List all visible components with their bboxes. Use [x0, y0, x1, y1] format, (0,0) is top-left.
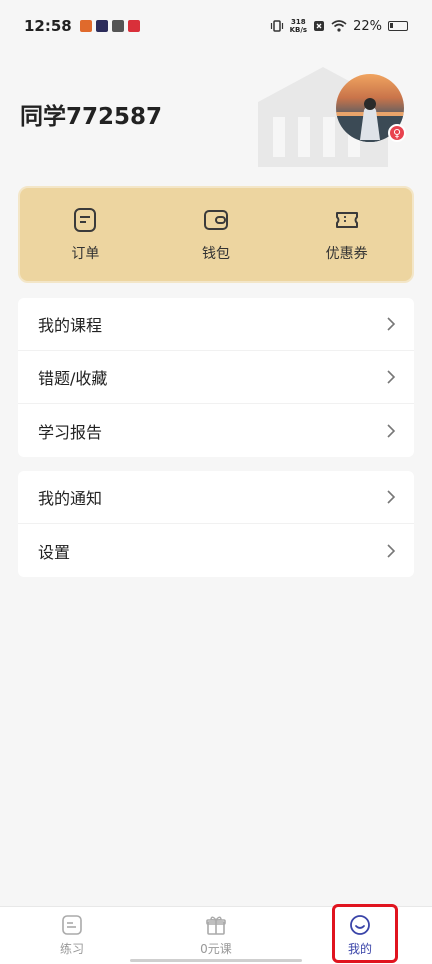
- status-bar: 12:58 318 KB/s 22%: [0, 0, 432, 52]
- username: 同学772587: [20, 104, 163, 130]
- menu-item-label: 设置: [38, 542, 71, 562]
- menu-item-label: 学习报告: [38, 422, 103, 442]
- order-icon: [74, 207, 97, 232]
- status-time: 12:58: [24, 17, 72, 35]
- notification-icons: [79, 20, 140, 32]
- net-speed-value: 318: [291, 18, 306, 26]
- coupon-label: 优惠券: [325, 245, 368, 262]
- battery-icon: [388, 21, 408, 31]
- coupon-icon: [335, 211, 358, 228]
- status-right: 318 KB/s 22%: [270, 18, 408, 34]
- app-notification-icon: [79, 20, 92, 32]
- gift-icon: [206, 916, 226, 935]
- battery-percent: 22%: [353, 18, 382, 34]
- menu-item-mistakes-favorites[interactable]: 错题/收藏: [18, 351, 414, 404]
- tab-free-course[interactable]: 0元课: [144, 907, 288, 964]
- net-speed-unit: KB/s: [289, 26, 308, 34]
- wifi-icon: [331, 20, 347, 32]
- chevron-right-icon: [387, 490, 396, 504]
- chevron-right-icon: [387, 370, 396, 384]
- link-app-icon: [111, 20, 124, 32]
- highlight-frame: [332, 904, 398, 963]
- menu-item-settings[interactable]: 设置: [18, 524, 414, 577]
- chevron-right-icon: [387, 317, 396, 331]
- menu-group-learning: 我的课程 错题/收藏 学习报告: [18, 298, 414, 457]
- shopping-app-icon: [127, 20, 140, 32]
- menu-group-settings: 我的通知 设置: [18, 471, 414, 577]
- tab-practice[interactable]: 练习: [0, 907, 144, 964]
- order-label: 订单: [71, 245, 100, 262]
- wallet-button[interactable]: 钱包: [161, 207, 271, 263]
- vibrate-icon: [270, 20, 283, 32]
- menu-item-notifications[interactable]: 我的通知: [18, 471, 414, 524]
- home-indicator[interactable]: [130, 959, 302, 962]
- chevron-right-icon: [387, 423, 396, 438]
- no-sim-icon: [314, 21, 325, 31]
- coupon-button[interactable]: 优惠券: [292, 207, 402, 263]
- menu-item-label: 我的课程: [38, 316, 103, 335]
- quick-actions-card: 订单 钱包 优惠券: [18, 186, 414, 283]
- wallet-icon: [203, 209, 228, 230]
- gender-female-icon: ♀: [388, 124, 406, 142]
- tab-free-course-label: 0元课: [200, 942, 232, 956]
- wallet-label: 钱包: [201, 245, 230, 262]
- menu-item-label: 错题/收藏: [38, 369, 108, 388]
- network-speed: 318 KB/s: [290, 18, 307, 34]
- menu-item-my-courses[interactable]: 我的课程: [18, 298, 414, 351]
- video-app-icon: [95, 20, 108, 32]
- profile-header: 同学772587 ♀: [0, 52, 432, 182]
- order-button[interactable]: 订单: [30, 207, 140, 263]
- chevron-right-icon: [387, 543, 396, 558]
- practice-icon: [62, 915, 82, 935]
- menu-item-study-report[interactable]: 学习报告: [18, 404, 414, 457]
- tab-practice-label: 练习: [59, 942, 84, 956]
- menu-item-label: 我的通知: [38, 489, 103, 508]
- battery-level-fill: [390, 23, 393, 28]
